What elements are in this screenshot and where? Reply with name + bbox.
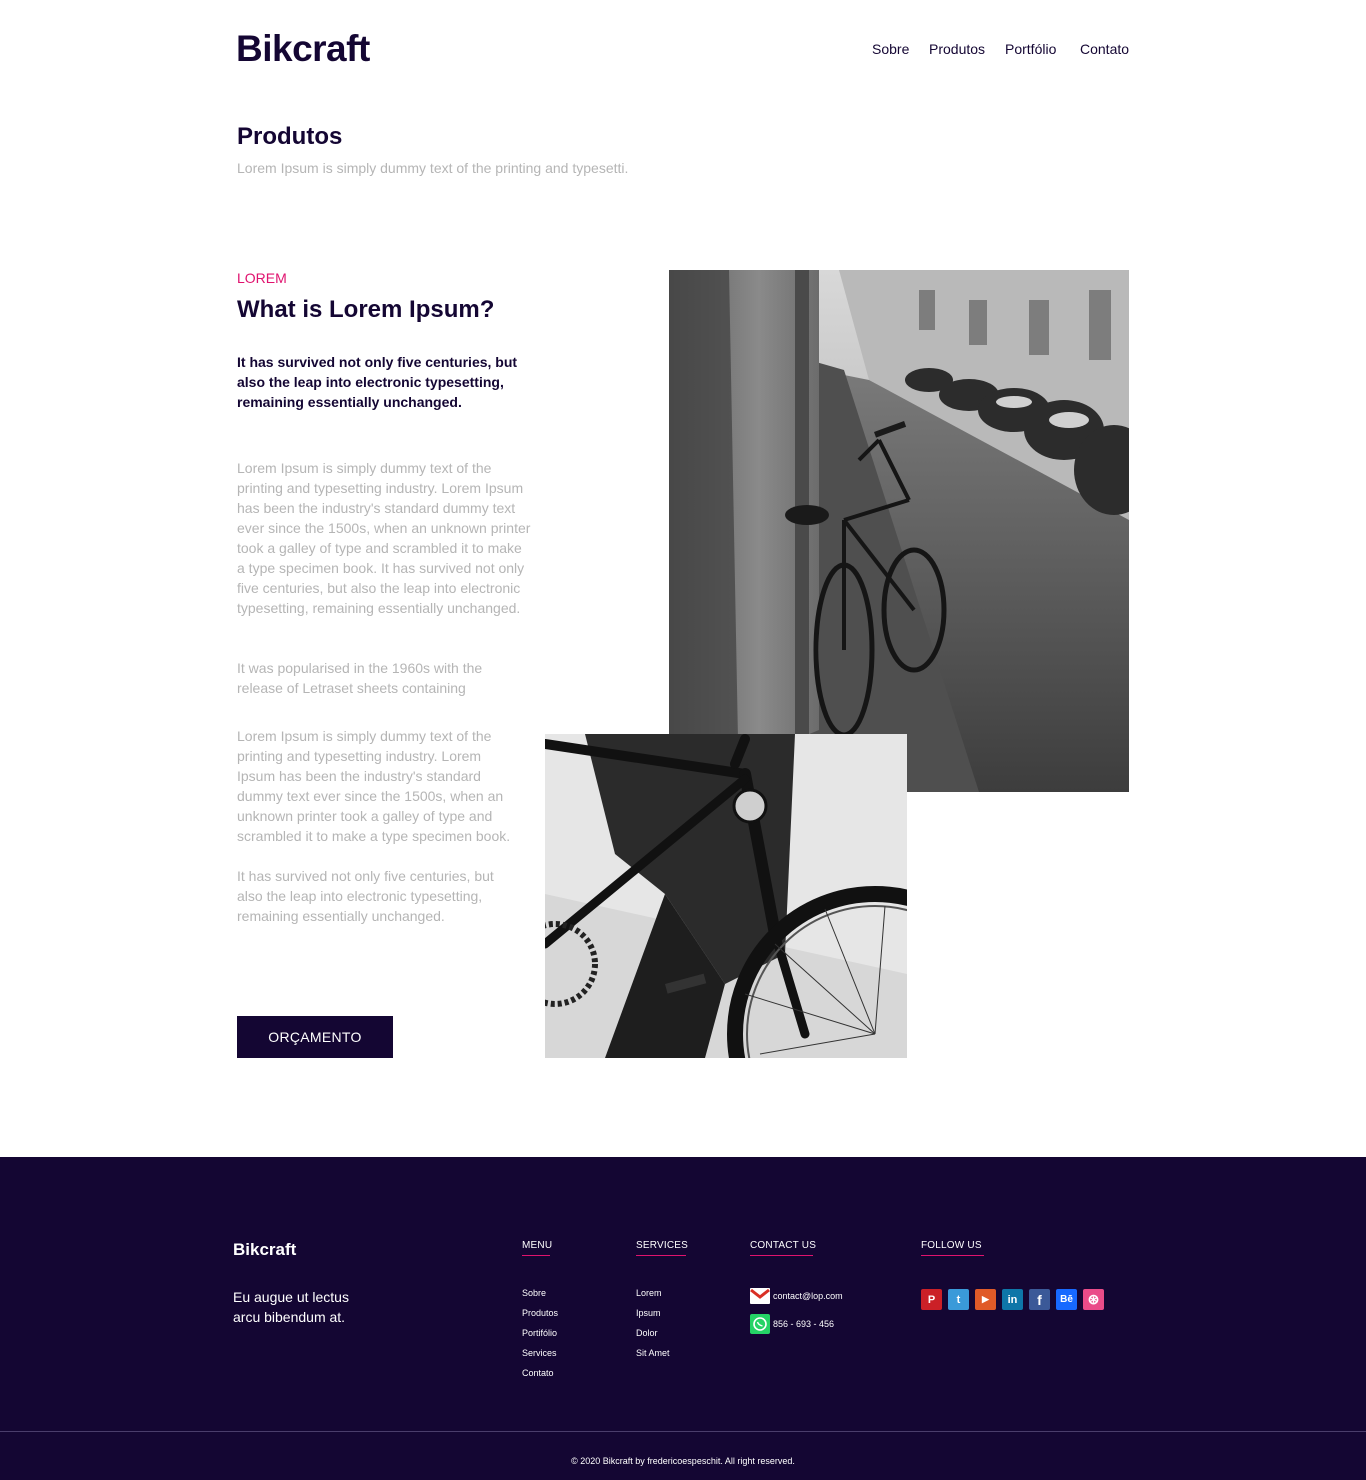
contact-email-text[interactable]: contact@lop.com: [773, 1291, 843, 1301]
footer-services-list: Lorem Ipsum Dolor Sit Amet: [636, 1288, 670, 1368]
copyright: © 2020 Bikcraft by fredericoespeschit. A…: [571, 1456, 795, 1466]
twitter-icon[interactable]: t: [948, 1289, 969, 1310]
logo[interactable]: Bikcraft: [236, 28, 370, 70]
footer-divider: [0, 1431, 1366, 1432]
quote-button[interactable]: ORÇAMENTO: [237, 1016, 393, 1058]
nav-link-produtos[interactable]: Produtos: [929, 41, 985, 57]
footer-menu-item[interactable]: Contato: [522, 1368, 558, 1388]
section-title: What is Lorem Ipsum?: [237, 296, 495, 323]
site-header: Bikcraft Sobre Produtos Portfólio Contat…: [0, 0, 1366, 100]
contact-phone[interactable]: 856 - 693 - 456: [750, 1314, 834, 1334]
footer-contact-heading: CONTACT US: [750, 1240, 816, 1256]
footer-follow-heading: FOLLOW US: [921, 1240, 984, 1256]
footer-menu-list: Sobre Produtos Portifólio Services Conta…: [522, 1288, 558, 1388]
facebook-icon[interactable]: f: [1029, 1289, 1050, 1310]
section-lead: It has survived not only five centuries,…: [237, 354, 518, 410]
site-footer: Bikcraft Eu augue ut lectus arcu bibendu…: [0, 1157, 1366, 1480]
footer-services-heading: SERVICES: [636, 1240, 688, 1256]
mail-icon: [750, 1286, 770, 1306]
pinterest-icon[interactable]: P: [921, 1289, 942, 1310]
social-links: P t ▶ in f Bē ⊛: [921, 1289, 1110, 1310]
footer-menu-heading: MENU: [522, 1240, 552, 1256]
body-paragraph: It has survived not only five centuries,…: [237, 868, 494, 924]
dribbble-icon[interactable]: ⊛: [1083, 1289, 1104, 1310]
contact-phone-text[interactable]: 856 - 693 - 456: [773, 1319, 834, 1329]
footer-menu-item[interactable]: Services: [522, 1348, 558, 1368]
page-subtitle: Lorem Ipsum is simply dummy text of the …: [237, 160, 629, 176]
footer-service-item[interactable]: Ipsum: [636, 1308, 670, 1328]
footer-service-item[interactable]: Sit Amet: [636, 1348, 670, 1368]
section-overline: LOREM: [237, 270, 287, 286]
footer-service-item[interactable]: Dolor: [636, 1328, 670, 1348]
footer-menu-item[interactable]: Produtos: [522, 1308, 558, 1328]
footer-tagline: Eu augue ut lectus arcu bibendum at.: [233, 1289, 349, 1325]
bicycle-closeup-photo: [545, 734, 907, 1058]
nav-link-contato[interactable]: Contato: [1080, 41, 1129, 57]
behance-icon[interactable]: Bē: [1056, 1289, 1077, 1310]
linkedin-icon[interactable]: in: [1002, 1289, 1023, 1310]
body-paragraph: Lorem Ipsum is simply dummy text of the …: [237, 728, 511, 844]
footer-menu-item[interactable]: Sobre: [522, 1288, 558, 1308]
footer-logo[interactable]: Bikcraft: [233, 1240, 296, 1260]
youtube-icon[interactable]: ▶: [975, 1289, 996, 1310]
nav-link-portfolio[interactable]: Portfólio: [1005, 41, 1056, 57]
footer-menu-item[interactable]: Portifólio: [522, 1328, 558, 1348]
nav-link-sobre[interactable]: Sobre: [872, 41, 909, 57]
body-paragraph: It was popularised in the 1960s with the…: [237, 660, 483, 696]
whatsapp-icon: [750, 1314, 770, 1334]
contact-email[interactable]: contact@lop.com: [750, 1286, 843, 1306]
body-paragraph: Lorem Ipsum is simply dummy text of the …: [237, 460, 531, 616]
street-bicycle-photo: [669, 270, 1129, 792]
page-title: Produtos: [237, 123, 343, 150]
footer-service-item[interactable]: Lorem: [636, 1288, 670, 1308]
